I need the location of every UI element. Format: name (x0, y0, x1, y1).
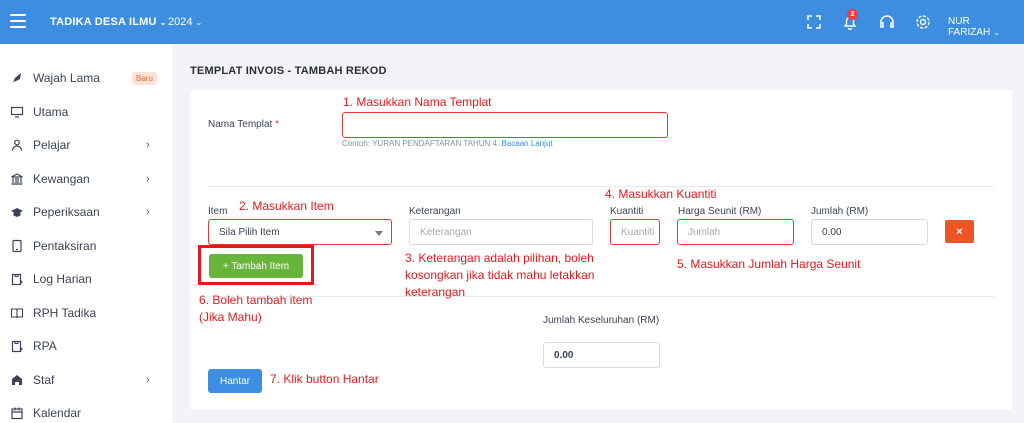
nama-templat-label-text: Nama Templat (208, 119, 273, 130)
tablet-icon (12, 239, 22, 253)
divider (208, 186, 994, 187)
keterangan-placeholder: Keterangan (420, 226, 472, 238)
delete-row-button[interactable]: × (945, 220, 974, 243)
clipboard-icon (11, 273, 23, 286)
jumlah-field[interactable]: 0.00 (811, 219, 928, 245)
sidebar-item-kalendar[interactable]: Kalendar (0, 401, 172, 423)
annotation-3: 3. Keterangan adalah pilihan, boleh koso… (405, 251, 595, 299)
annotation-6: 6. Boleh tambah item (Jika Mahu) (199, 293, 313, 324)
menu-icon[interactable] (10, 14, 26, 28)
user-icon (11, 139, 23, 151)
sidebar-item-label: Pentaksiran (33, 239, 97, 253)
headset-icon[interactable] (877, 12, 897, 32)
chevron-down-icon: ⌄ (195, 18, 203, 27)
sidebar: Wajah Lama Baru Utama Pelajar › Kewangan… (0, 44, 172, 423)
nama-templat-input[interactable] (342, 112, 668, 138)
chevron-right-icon: › (146, 173, 150, 185)
col-jumlah-label: Jumlah (RM) (811, 206, 869, 217)
calendar-icon (11, 407, 23, 420)
users-icon (12, 375, 22, 385)
clipboard-check-icon (11, 340, 23, 353)
year-label: 2024 (168, 16, 193, 28)
harga-seunit-input[interactable]: Jumlah (677, 219, 794, 245)
nama-templat-label: Nama Templat * (208, 119, 279, 130)
harga-placeholder: Jumlah (688, 226, 721, 238)
graduation-cap-icon (11, 208, 23, 217)
chevron-down-icon: ⌄ (159, 18, 167, 27)
hint-text: Contoh: YURAN PENDAFTARAN TAHUN 4. Bacaa… (342, 139, 553, 148)
gear-icon[interactable] (913, 12, 933, 32)
sidebar-item-label: RPA (33, 339, 57, 353)
user-menu[interactable]: NUR FARIZAH ⌄ (948, 16, 1024, 38)
rocket-icon (13, 73, 21, 82)
sidebar-item-label: Kewangan (33, 172, 90, 186)
sidebar-item-rph-tadika[interactable]: RPH Tadika (0, 301, 172, 325)
sidebar-item-utama[interactable]: Utama (0, 100, 172, 124)
add-item-button[interactable]: + Tambah Item (209, 254, 303, 278)
hint-example: Contoh: YURAN PENDAFTARAN TAHUN 4. (342, 139, 500, 148)
close-icon: × (956, 225, 963, 238)
required-mark: * (275, 119, 279, 130)
total-label: Jumlah Keseluruhan (RM) (543, 315, 660, 326)
item-select[interactable]: Sila Pilih Item (208, 219, 392, 245)
sidebar-item-wajah-lama[interactable]: Wajah Lama Baru (0, 66, 172, 90)
sidebar-item-label: Staf (33, 373, 55, 387)
book-icon (10, 308, 24, 319)
jumlah-value: 0.00 (822, 226, 842, 238)
submit-button[interactable]: Hantar (208, 369, 262, 393)
total-field[interactable]: 0.00 (543, 342, 660, 368)
school-selector[interactable]: TADIKA DESA ILMU ⌄ (50, 16, 167, 28)
total-value: 0.00 (554, 349, 574, 361)
annotation-5: 5. Masukkan Jumlah Harga Seunit (677, 257, 861, 271)
bank-icon (11, 173, 23, 185)
sidebar-item-label: Wajah Lama (33, 71, 100, 85)
chevron-right-icon: › (146, 374, 150, 386)
sidebar-item-rpa[interactable]: RPA (0, 334, 172, 358)
notification-badge: 2 (847, 9, 858, 20)
sidebar-item-label: RPH Tadika (33, 306, 97, 320)
user-name: NUR FARIZAH (948, 16, 991, 38)
item-select-value: Sila Pilih Item (219, 226, 280, 238)
chevron-right-icon: › (146, 206, 150, 218)
sidebar-item-label: Peperiksaan (33, 205, 100, 219)
chevron-right-icon: › (146, 139, 150, 151)
col-keterangan-label: Keterangan (409, 206, 461, 217)
keterangan-input[interactable]: Keterangan (409, 219, 593, 245)
fullscreen-icon[interactable] (804, 12, 824, 32)
annotation-1: 1. Masukkan Nama Templat (343, 95, 492, 109)
annotation-4: 4. Masukkan Kuantiti (605, 187, 717, 201)
col-kuantiti-label: Kuantiti (610, 206, 644, 217)
sidebar-item-label: Kalendar (33, 406, 82, 420)
sidebar-item-label: Utama (33, 105, 69, 119)
new-badge: Baru (132, 71, 157, 85)
kuantiti-placeholder: Kuantiti (621, 226, 655, 238)
kuantiti-input[interactable]: Kuantiti (610, 219, 660, 245)
page-title: TEMPLAT INVOIS - TAMBAH REKOD (190, 65, 387, 77)
sidebar-item-peperiksaan[interactable]: Peperiksaan › (0, 200, 172, 224)
monitor-icon (10, 106, 24, 118)
chevron-down-icon: ⌄ (993, 28, 1000, 37)
read-more-link[interactable]: Bacaan Lanjut (501, 139, 552, 148)
sidebar-item-pentaksiran[interactable]: Pentaksiran (0, 234, 172, 258)
caret-down-icon (375, 231, 383, 236)
annotation-7: 7. Klik button Hantar (270, 372, 379, 386)
year-selector[interactable]: 2024 ⌄ (168, 16, 202, 28)
sidebar-item-log-harian[interactable]: Log Harian (0, 267, 172, 291)
sidebar-item-label: Log Harian (33, 272, 92, 286)
school-name: TADIKA DESA ILMU (50, 16, 157, 28)
annotation-2: 2. Masukkan Item (239, 199, 334, 213)
sidebar-item-kewangan[interactable]: Kewangan › (0, 167, 172, 191)
top-bar: TADIKA DESA ILMU ⌄ 2024 ⌄ 2 NUR FARIZAH ⌄ (0, 0, 1024, 44)
col-item-label: Item (208, 206, 228, 217)
sidebar-item-pelajar[interactable]: Pelajar › (0, 133, 172, 157)
sidebar-item-label: Pelajar (33, 138, 71, 152)
sidebar-item-staf[interactable]: Staf › (0, 368, 172, 392)
col-harga-label: Harga Seunit (RM) (678, 206, 762, 217)
